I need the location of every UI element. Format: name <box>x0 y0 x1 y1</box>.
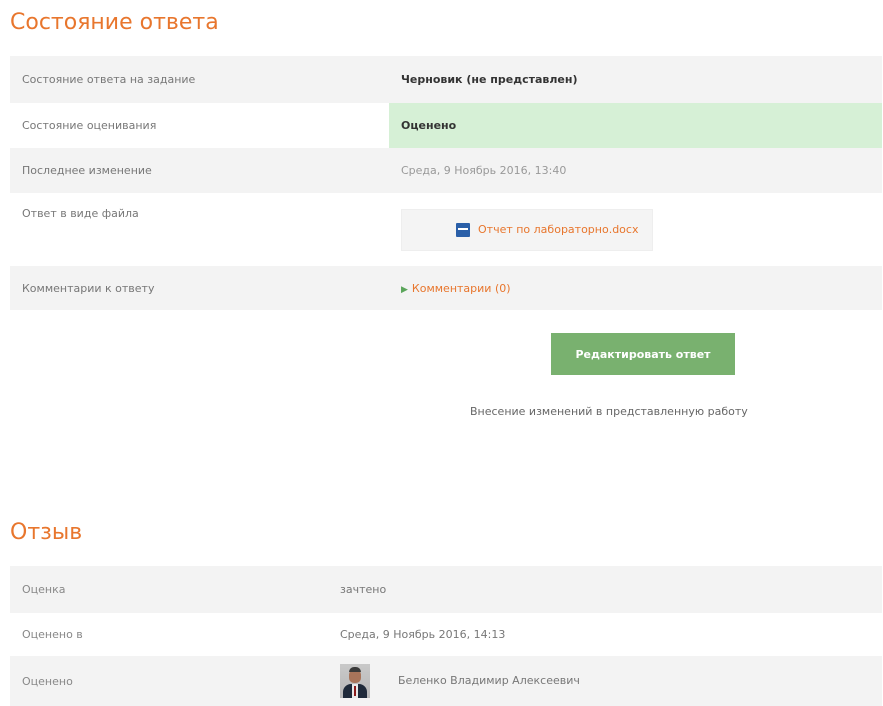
file-link[interactable]: Отчет по лабораторно.docx <box>478 223 638 236</box>
row-label: Состояние ответа на задание <box>10 56 389 103</box>
row-label: Последнее изменение <box>10 148 389 193</box>
edit-submission-button[interactable]: Редактировать ответ <box>551 333 735 375</box>
row-label: Комментарии к ответу <box>10 266 389 310</box>
row-label: Ответ в виде файла <box>10 193 389 266</box>
table-row: Оценка зачтено <box>10 566 882 613</box>
row-label: Оценка <box>10 566 328 613</box>
avatar[interactable] <box>340 664 370 698</box>
file-box: Отчет по лабораторно.docx <box>401 208 654 251</box>
comments-link[interactable]: Комментарии (0) <box>412 282 511 295</box>
table-row: Состояние оценивания Оценено <box>10 103 882 148</box>
table-row: Комментарии к ответу ▶ Комментарии (0) <box>10 266 882 310</box>
grader-cell: Беленко Владимир Алексеевич <box>328 656 882 706</box>
feedback-title: Отзыв <box>10 520 83 545</box>
table-row: Ответ в виде файла Отчет по лабораторно.… <box>10 193 882 266</box>
table-row: Оценено Беленко Владимир Алексеевич <box>10 656 882 706</box>
word-document-icon <box>456 222 470 237</box>
row-label: Оценено в <box>10 613 328 656</box>
submission-status-title: Состояние ответа <box>10 10 219 35</box>
submission-status-table: Состояние ответа на задание Черновик (не… <box>10 56 882 310</box>
submission-status-value: Черновик (не представлен) <box>389 56 882 103</box>
comments-cell: ▶ Комментарии (0) <box>389 266 882 310</box>
last-modified-value: Среда, 9 Ноябрь 2016, 13:40 <box>389 148 882 193</box>
file-submission-cell: Отчет по лабораторно.docx <box>389 193 882 266</box>
expand-arrow-icon[interactable]: ▶ <box>401 285 408 295</box>
grade-value: зачтено <box>328 566 882 613</box>
grading-status-value: Оценено <box>389 103 882 148</box>
feedback-table: Оценка зачтено Оценено в Среда, 9 Ноябрь… <box>10 566 882 706</box>
table-row: Оценено в Среда, 9 Ноябрь 2016, 14:13 <box>10 613 882 656</box>
table-row: Состояние ответа на задание Черновик (не… <box>10 56 882 103</box>
table-row: Последнее изменение Среда, 9 Ноябрь 2016… <box>10 148 882 193</box>
edit-submission-description: Внесение изменений в представленную рабо… <box>470 405 748 418</box>
graded-on-value: Среда, 9 Ноябрь 2016, 14:13 <box>328 613 882 656</box>
grader-name: Беленко Владимир Алексеевич <box>398 674 580 687</box>
row-label: Оценено <box>10 656 328 706</box>
row-label: Состояние оценивания <box>10 103 389 148</box>
